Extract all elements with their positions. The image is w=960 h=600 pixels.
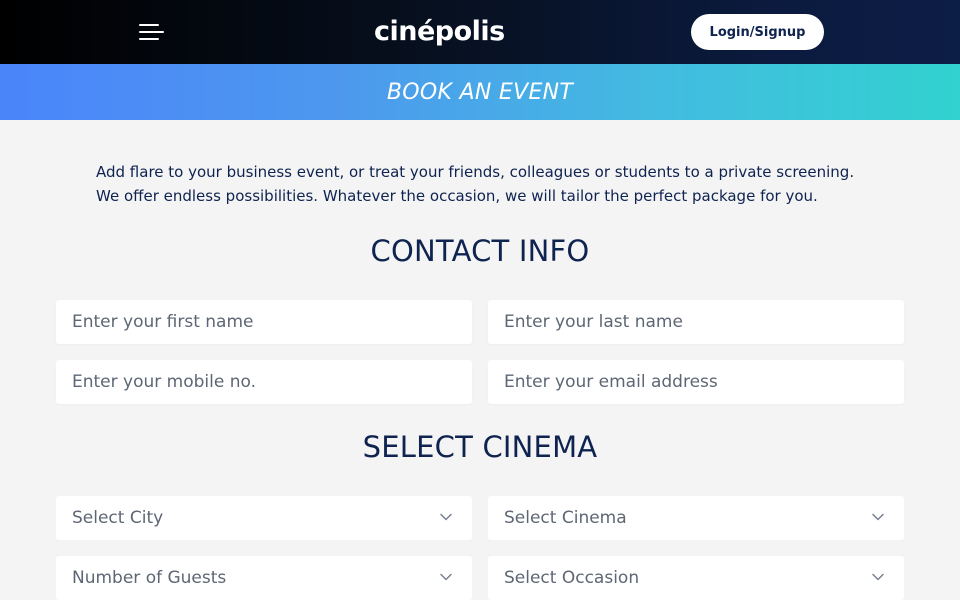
contact-info-heading: CONTACT INFO	[370, 234, 590, 268]
page-banner: BOOK AN EVENT	[0, 64, 960, 120]
mobile-input[interactable]	[56, 360, 472, 404]
select-cinema-label: Select Cinema	[504, 508, 627, 528]
chevron-down-icon	[872, 513, 884, 521]
first-name-input[interactable]	[56, 300, 472, 344]
select-occasion-label: Select Occasion	[504, 568, 640, 588]
intro-line-2: We offer endless possibilities. Whatever…	[96, 187, 818, 205]
chevron-down-icon	[440, 573, 452, 581]
hamburger-icon[interactable]	[139, 22, 165, 42]
chevron-down-icon	[872, 573, 884, 581]
number-of-guests-dropdown[interactable]: Number of Guests	[56, 556, 472, 600]
select-cinema-heading: SELECT CINEMA	[362, 430, 598, 464]
select-occasion-dropdown[interactable]: Select Occasion	[488, 556, 904, 600]
chevron-down-icon	[440, 513, 452, 521]
select-city-dropdown[interactable]: Select City	[56, 496, 472, 540]
number-of-guests-label: Number of Guests	[72, 568, 227, 588]
select-city-label: Select City	[72, 508, 164, 528]
page-title: BOOK AN EVENT	[386, 79, 574, 105]
last-name-input[interactable]	[488, 300, 904, 344]
top-navbar: cinépolis Login/Signup	[0, 0, 960, 64]
select-cinema-dropdown[interactable]: Select Cinema	[488, 496, 904, 540]
email-input[interactable]	[488, 360, 904, 404]
login-signup-button[interactable]: Login/Signup	[691, 14, 824, 50]
cinepolis-logo[interactable]: cinépolis	[374, 14, 505, 50]
intro-text: Add flare to your business event, or tre…	[96, 160, 876, 208]
intro-line-1: Add flare to your business event, or tre…	[96, 163, 855, 181]
